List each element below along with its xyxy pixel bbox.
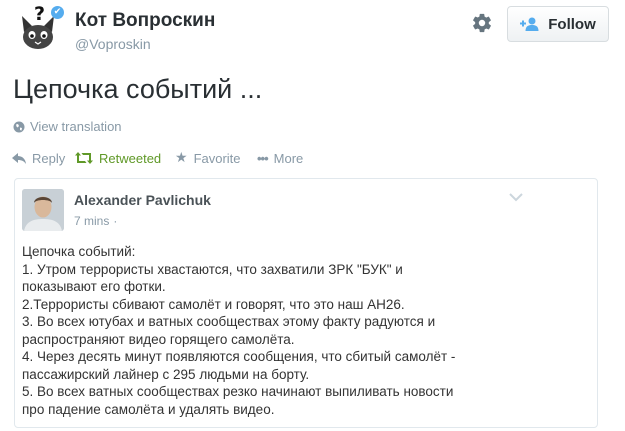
tweet-text: Цепочка событий ... (13, 74, 263, 104)
reply-button[interactable]: Reply (12, 151, 75, 166)
add-person-icon (520, 17, 539, 31)
view-translation-link[interactable]: View translation (13, 119, 122, 134)
quoted-line: 3. Во всех ютубах и ватных сообществах э… (22, 314, 436, 329)
verified-badge-icon: ✔ (51, 6, 64, 19)
retweet-label: Retweeted (99, 150, 162, 166)
globe-icon (13, 121, 25, 132)
ellipsis-icon: ••• (257, 150, 269, 166)
quoted-time[interactable]: 7 mins (74, 214, 109, 228)
time-separator: · (113, 214, 118, 228)
reply-label: Reply (32, 150, 66, 166)
gear-icon[interactable] (471, 12, 493, 34)
quoted-tweet-body: Цепочка событий: 1. Утром террористы хва… (22, 243, 592, 418)
quoted-line: Цепочка событий: (22, 244, 136, 259)
quoted-line: распространяют видео горящего самолёта. (22, 331, 295, 347)
quoted-author-avatar (22, 189, 64, 231)
svg-text:?: ? (34, 4, 45, 25)
quoted-line: про падение самолёта и удалять видео. (22, 401, 275, 417)
star-icon: ★ (175, 150, 188, 166)
favorite-label: Favorite (193, 150, 241, 166)
retweet-button[interactable]: Retweeted (75, 151, 175, 166)
quoted-timestamp: 7 mins · (74, 214, 117, 228)
more-button[interactable]: ••• More (257, 151, 303, 166)
quoted-line: 2.Террористы сбивают самолёт и говорят, … (22, 296, 405, 312)
chevron-down-icon[interactable] (509, 192, 523, 202)
quoted-line: 1. Утром террористы хвастаются, что захв… (22, 261, 403, 277)
more-label: More (273, 150, 304, 166)
tweet-actions: Reply Retweeted ★ Favorite ••• More (12, 150, 303, 166)
profile-handle[interactable]: @Voproskin (75, 36, 151, 52)
quoted-line: 4. Через десять минут появляются сообщен… (22, 349, 456, 364)
reply-icon (12, 152, 26, 164)
favorite-button[interactable]: ★ Favorite (175, 150, 257, 166)
view-translation-label: View translation (30, 119, 122, 134)
retweet-icon (75, 152, 93, 164)
quoted-line: пассажирский лайнер с 295 людьми на борт… (22, 366, 310, 382)
profile-display-name[interactable]: Кот Вопроскин (75, 10, 215, 32)
person-photo-icon (22, 189, 64, 231)
follow-button-label: Follow (548, 15, 596, 33)
follow-button[interactable]: Follow (507, 6, 609, 42)
quoted-tweet-card[interactable]: Alexander Pavlichuk 7 mins · Цепочка соб… (14, 178, 598, 428)
quoted-author-name[interactable]: Alexander Pavlichuk (74, 192, 211, 208)
quoted-line: показывают его фотки. (22, 279, 166, 294)
quoted-line: 5. Во всех ватных сообществах резко начи… (22, 384, 454, 399)
